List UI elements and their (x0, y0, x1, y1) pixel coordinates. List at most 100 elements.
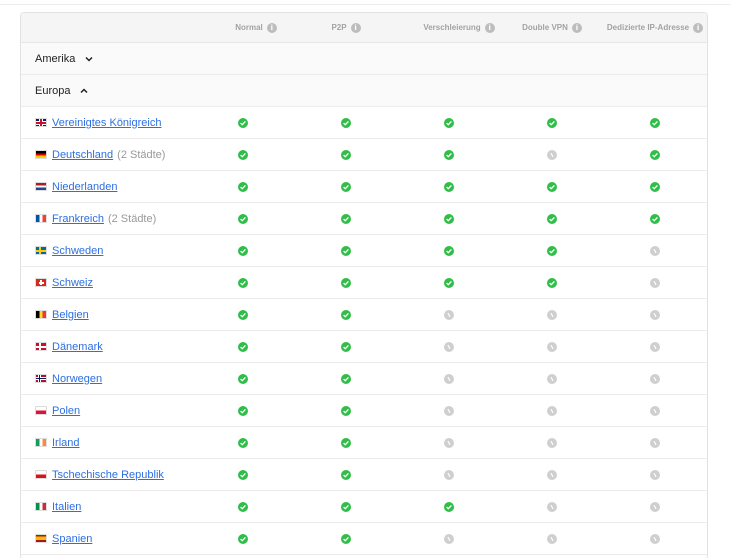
es-flag-icon (35, 534, 47, 543)
unavailable-icon (547, 469, 557, 480)
check-icon (650, 117, 660, 128)
check-icon (341, 341, 351, 352)
country-list: Vereinigtes Königreich Deutschland (2 Städ… (21, 107, 707, 555)
feature-cell (439, 363, 459, 394)
feature-cell (645, 459, 665, 490)
unavailable-icon (547, 309, 557, 320)
check-icon (238, 149, 248, 160)
country-link[interactable]: Schweiz (52, 277, 93, 289)
country-link[interactable]: Niederlanden (52, 181, 117, 193)
country-link[interactable]: Norwegen (52, 373, 102, 385)
check-icon (341, 533, 351, 544)
table-row: Norwegen (21, 363, 707, 395)
country-cell: Irland (35, 427, 80, 458)
unavailable-icon (444, 405, 454, 416)
feature-cell (645, 523, 665, 554)
fr-flag-icon (35, 214, 47, 223)
table-row: Dänemark (21, 331, 707, 363)
country-link[interactable]: Frankreich (52, 213, 104, 225)
unavailable-icon (444, 437, 454, 448)
top-divider (0, 4, 730, 5)
country-link[interactable]: Belgien (52, 309, 89, 321)
country-cell: Dänemark (35, 331, 103, 362)
check-icon (238, 277, 248, 288)
feature-cell (233, 523, 253, 554)
feature-cell (542, 491, 562, 522)
feature-cell (645, 331, 665, 362)
check-icon (341, 149, 351, 160)
country-cell: Schweiz (35, 267, 93, 298)
table-row: Deutschland (2 Städte) (21, 139, 707, 171)
country-link[interactable]: Vereinigtes Königreich (52, 117, 161, 129)
feature-cell (336, 107, 356, 138)
chevron-up-icon (80, 87, 89, 93)
check-icon (341, 373, 351, 384)
unavailable-icon (547, 149, 557, 160)
feature-cell (336, 331, 356, 362)
cz-flag-icon (35, 470, 47, 479)
country-cell: Frankreich (2 Städte) (35, 203, 156, 234)
feature-cell (439, 171, 459, 202)
feature-cell (233, 363, 253, 394)
feature-cell (439, 427, 459, 458)
feature-cell (233, 395, 253, 426)
uk-flag-icon (35, 118, 47, 127)
country-link[interactable]: Polen (52, 405, 80, 417)
check-icon (341, 469, 351, 480)
check-icon (650, 181, 660, 192)
region-toggle-amerika[interactable]: Amerika (21, 43, 707, 75)
column-label: Dedizierte IP-Adresse (606, 23, 690, 32)
country-cell: Schweden (35, 235, 103, 266)
column-label: Verschleierung (423, 23, 481, 32)
feature-cell (233, 139, 253, 170)
feature-cell (542, 331, 562, 362)
check-icon (444, 213, 454, 224)
country-link[interactable]: Schweden (52, 245, 103, 257)
check-icon (238, 213, 248, 224)
check-icon (238, 341, 248, 352)
info-icon[interactable]: i (693, 22, 704, 33)
region-toggle-europa[interactable]: Europa (21, 75, 707, 107)
info-icon[interactable]: i (266, 22, 277, 33)
column-header-double-vpn: Double VPN i (502, 13, 602, 42)
feature-cell (439, 459, 459, 490)
column-header-normal: Normal i (216, 13, 296, 42)
feature-cell (336, 203, 356, 234)
feature-cell (336, 171, 356, 202)
country-link[interactable]: Irland (52, 437, 80, 449)
country-link[interactable]: Dänemark (52, 341, 103, 353)
feature-cell (439, 299, 459, 330)
check-icon (444, 501, 454, 512)
check-icon (650, 213, 660, 224)
feature-cell (645, 235, 665, 266)
chevron-down-icon (85, 56, 93, 62)
info-icon[interactable]: i (484, 22, 495, 33)
feature-cell (542, 427, 562, 458)
city-count: (2 Städte) (107, 212, 157, 225)
unavailable-icon (650, 309, 660, 320)
feature-cell (439, 331, 459, 362)
unavailable-icon (444, 469, 454, 480)
country-link[interactable]: Tschechische Republik (52, 469, 164, 481)
table-row: Vereinigtes Königreich (21, 107, 707, 139)
country-link[interactable]: Deutschland (52, 149, 113, 161)
info-icon[interactable]: i (350, 22, 361, 33)
country-link[interactable]: Spanien (52, 533, 92, 545)
feature-cell (439, 203, 459, 234)
country-cell: Vereinigtes Königreich (35, 107, 161, 138)
feature-cell (233, 171, 253, 202)
country-link[interactable]: Italien (52, 501, 81, 513)
feature-cell (233, 427, 253, 458)
feature-cell (542, 171, 562, 202)
unavailable-icon (650, 437, 660, 448)
table-row: Frankreich (2 Städte) (21, 203, 707, 235)
check-icon (238, 405, 248, 416)
feature-cell (336, 395, 356, 426)
country-cell: Tschechische Republik (35, 459, 164, 490)
table-row: Irland (21, 427, 707, 459)
de-flag-icon (35, 150, 47, 159)
check-icon (650, 149, 660, 160)
info-icon[interactable]: i (571, 22, 582, 33)
check-icon (341, 245, 351, 256)
feature-cell (645, 395, 665, 426)
